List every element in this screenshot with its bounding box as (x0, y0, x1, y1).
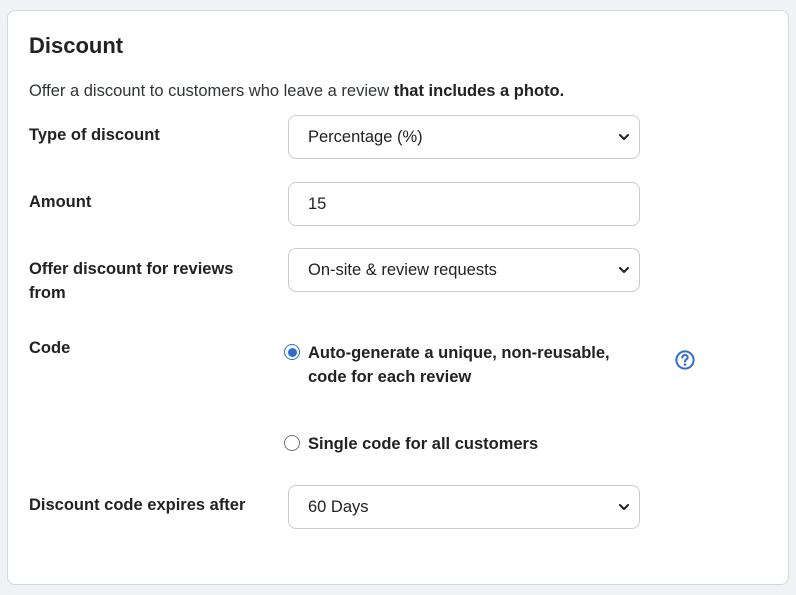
radio-dot (287, 347, 297, 357)
code-option-single-label: Single code for all customers (308, 435, 539, 453)
question-circle-icon[interactable] (674, 349, 696, 371)
card-title: Discount (29, 33, 124, 58)
expires-select[interactable]: 60 Days (288, 485, 640, 529)
amount-input[interactable]: 15 (288, 182, 640, 226)
type-of-discount-label: Type of discount (29, 126, 160, 144)
chevron-down-icon (619, 134, 629, 140)
expires-label: Discount code expires after (29, 496, 246, 514)
type-of-discount-select[interactable]: Percentage (%) (288, 115, 640, 159)
chevron-down-icon (619, 267, 629, 273)
code-option-auto[interactable]: Auto-generate a unique, non-reusable, co… (284, 341, 654, 389)
intro-regular: Offer a discount to customers who leave … (29, 82, 394, 100)
intro-bold: that includes a photo. (393, 82, 565, 100)
code-label: Code (29, 339, 71, 357)
radio-single-code[interactable] (284, 435, 300, 451)
offer-for-value: On-site & review requests (308, 260, 497, 279)
offer-for-select[interactable]: On-site & review requests (288, 248, 640, 292)
amount-value: 15 (308, 194, 327, 213)
code-option-single[interactable]: Single code for all customers (284, 432, 538, 456)
intro-text: Offer a discount to customers who leave … (29, 82, 564, 101)
amount-label: Amount (29, 193, 92, 211)
radio-auto-generate[interactable] (284, 344, 300, 360)
offer-for-label: Offer discount for reviews from (29, 260, 234, 302)
code-option-auto-label: Auto-generate a unique, non-reusable, co… (308, 344, 610, 386)
chevron-down-icon (619, 504, 629, 510)
discount-card: Discount Offer a discount to customers w… (7, 10, 789, 585)
expires-value: 60 Days (308, 497, 369, 516)
type-of-discount-value: Percentage (%) (308, 127, 423, 146)
